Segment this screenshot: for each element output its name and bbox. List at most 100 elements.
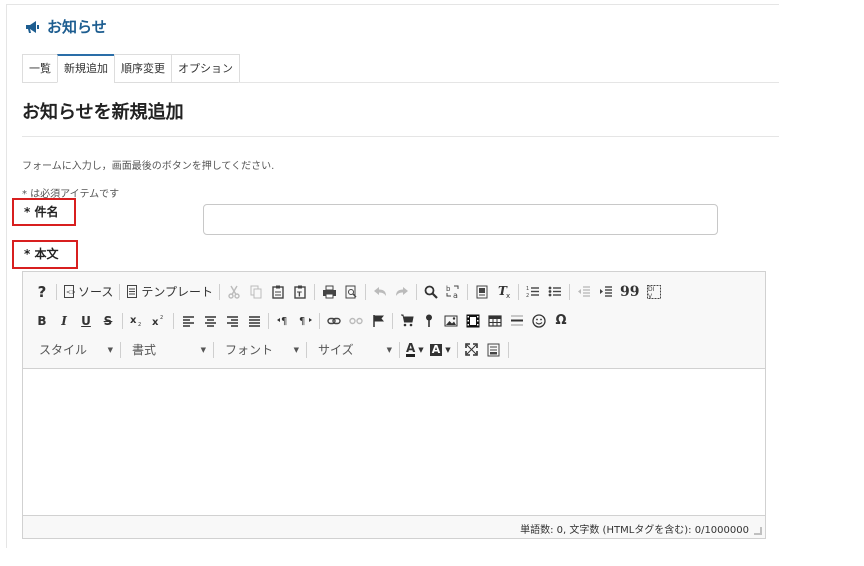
print-button[interactable]	[318, 281, 340, 303]
align-justify-button[interactable]	[243, 310, 265, 332]
unlink-button[interactable]	[345, 310, 367, 332]
svg-text:x: x	[130, 315, 137, 326]
svg-text:<>: <>	[66, 289, 75, 296]
editor-toolbar: ? <> ソース テンプレート T b a T x 1 2 99 DI V B …	[23, 272, 765, 369]
chevron-down-icon: ▼	[107, 345, 113, 354]
printer-icon	[322, 285, 336, 298]
link-button[interactable]	[323, 310, 345, 332]
bullet-list-button[interactable]	[544, 281, 566, 303]
strikethrough-button[interactable]: S	[97, 310, 119, 332]
toolbar-separator	[518, 283, 520, 300]
select-all-icon	[476, 285, 488, 298]
cut-button[interactable]	[223, 281, 245, 303]
undo-button[interactable]	[369, 281, 391, 303]
redo-button[interactable]	[391, 281, 413, 303]
align-right-button[interactable]	[221, 310, 243, 332]
align-center-button[interactable]	[199, 310, 221, 332]
font-dropdown-label: フォント	[225, 343, 274, 357]
text-color-button[interactable]: A ▼	[403, 339, 427, 361]
template-button[interactable]: テンプレート	[123, 281, 216, 303]
emoji-button[interactable]	[528, 310, 550, 332]
svg-text:2: 2	[160, 315, 163, 321]
toolbar-separator	[268, 312, 269, 329]
module-title: お知らせ	[24, 16, 107, 37]
clipboard-icon	[272, 285, 284, 299]
svg-text:2: 2	[526, 293, 529, 298]
show-blocks-button[interactable]	[483, 339, 505, 361]
map-pin-button[interactable]	[418, 310, 440, 332]
tab-options[interactable]: オプション	[171, 54, 240, 83]
tab-bar: 一覧 新規追加 順序変更 オプション	[22, 54, 240, 83]
italic-button[interactable]: I	[53, 310, 75, 332]
align-left-button[interactable]	[177, 310, 199, 332]
search-icon	[424, 285, 438, 299]
resize-handle-icon[interactable]	[754, 527, 762, 535]
tab-reorder[interactable]: 順序変更	[114, 54, 171, 83]
table-button[interactable]	[484, 310, 506, 332]
tab-add-new[interactable]: 新規追加	[57, 54, 114, 83]
subscript-button[interactable]: x2	[126, 310, 148, 332]
create-div-button[interactable]: DI V	[643, 281, 665, 303]
replace-icon: ba	[446, 285, 459, 299]
underline-button[interactable]: U	[75, 310, 97, 332]
svg-text:¶: ¶	[281, 316, 287, 327]
subject-input[interactable]	[203, 204, 718, 235]
superscript-button[interactable]: x2	[148, 310, 170, 332]
special-char-button[interactable]: Ω	[550, 310, 572, 332]
show-blocks-icon	[487, 343, 500, 356]
source-label: ソース	[78, 285, 114, 299]
help-button[interactable]: ?	[31, 281, 53, 303]
toolbar-separator	[399, 341, 400, 358]
svg-text:a: a	[453, 291, 458, 299]
copy-button[interactable]	[245, 281, 267, 303]
cart-button[interactable]	[396, 310, 418, 332]
svg-text:DI: DI	[648, 286, 655, 293]
video-button[interactable]	[462, 310, 484, 332]
source-icon: <>	[64, 285, 75, 298]
maximize-icon	[465, 343, 478, 356]
text-direction-rtl-icon: ¶	[299, 316, 312, 327]
size-dropdown[interactable]: サイズ ▼	[310, 339, 396, 361]
outdent-button[interactable]	[573, 281, 595, 303]
subject-label: * 件名	[12, 198, 76, 226]
paste-text-button[interactable]: T	[289, 281, 311, 303]
size-dropdown-label: サイズ	[318, 343, 354, 357]
bold-button[interactable]: B	[31, 310, 53, 332]
template-label: テンプレート	[141, 285, 214, 299]
ltr-button[interactable]: ¶	[272, 310, 294, 332]
remove-format-button[interactable]: Tx	[493, 281, 515, 303]
blockquote-button[interactable]: 99	[617, 281, 642, 303]
select-all-button[interactable]	[471, 281, 493, 303]
find-button[interactable]	[420, 281, 442, 303]
indent-button[interactable]	[595, 281, 617, 303]
svg-text:1: 1	[526, 286, 529, 292]
horizontal-rule-button[interactable]	[506, 310, 528, 332]
preview-button[interactable]	[340, 281, 362, 303]
maximize-button[interactable]	[461, 339, 483, 361]
anchor-button[interactable]	[367, 310, 389, 332]
link-icon	[327, 317, 341, 324]
font-dropdown[interactable]: フォント ▼	[217, 339, 303, 361]
format-dropdown[interactable]: 書式 ▼	[124, 339, 210, 361]
rtl-button[interactable]: ¶	[294, 310, 316, 332]
div-container-icon: DIV	[646, 284, 661, 299]
bullet-list-icon	[548, 286, 562, 297]
source-button[interactable]: <> ソース	[60, 281, 116, 303]
align-right-icon	[226, 315, 238, 327]
toolbar-row-1: ? <> ソース テンプレート T b a T x 1 2 99 DI V	[31, 277, 757, 306]
indent-icon	[600, 286, 613, 297]
image-button[interactable]	[440, 310, 462, 332]
text-color-label: A	[406, 341, 416, 357]
body-label: * 本文	[12, 240, 78, 269]
paste-button[interactable]	[267, 281, 289, 303]
bg-color-button[interactable]: A ▼	[427, 339, 454, 361]
numbered-list-button[interactable]: 12	[522, 281, 544, 303]
tab-list[interactable]: 一覧	[22, 54, 57, 83]
svg-text:2: 2	[138, 322, 141, 327]
toolbar-separator	[306, 341, 307, 358]
style-dropdown[interactable]: スタイル ▼	[31, 339, 117, 361]
editor-content-area[interactable]	[23, 369, 765, 515]
replace-button[interactable]: ba	[442, 281, 464, 303]
editor-status-bar: 単語数: 0, 文字数 (HTMLタグを含む): 0/1000000	[23, 515, 765, 538]
toolbar-separator	[456, 341, 458, 358]
